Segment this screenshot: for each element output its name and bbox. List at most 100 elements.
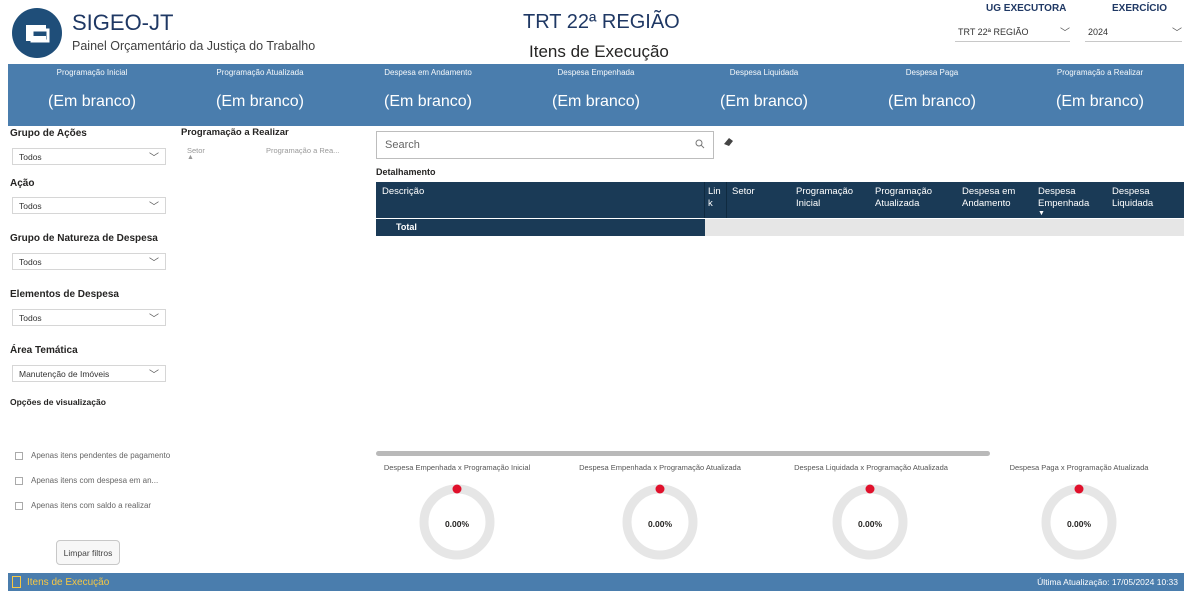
column-header-prog-inicial[interactable]: Programação Inicial xyxy=(796,186,866,210)
gauge-value: 0.00% xyxy=(444,519,470,529)
search-placeholder: Search xyxy=(385,139,420,151)
gauge-value: 0.00% xyxy=(857,519,883,529)
filter-label-grupo-natureza: Grupo de Natureza de Despesa xyxy=(10,233,158,244)
chevron-down-icon: ﹀ xyxy=(149,314,159,325)
clear-filters-button[interactable]: Limpar filtros xyxy=(56,540,120,565)
kpi-value: (Em branco) xyxy=(383,93,473,110)
horizontal-scrollbar[interactable] xyxy=(376,451,990,456)
exercicio-select[interactable]: 2024 ﹀ xyxy=(1085,22,1182,42)
region-title: TRT 22ª REGIÃO xyxy=(523,11,680,33)
last-update-text: Última Atualização: 17/05/2024 10:33 xyxy=(1037,577,1178,587)
column-header-despesa-empenhada[interactable]: Despesa Empenhada ▼ xyxy=(1038,186,1100,217)
column-header-setor[interactable]: Setor xyxy=(732,186,755,198)
grupo-natureza-value: Todos xyxy=(19,256,42,267)
kpi-label: Despesa Liquidada xyxy=(729,68,799,77)
acao-select[interactable]: Todos ﹀ xyxy=(12,197,166,214)
opcoes-visualizacao-label: Opções de visualização xyxy=(10,397,106,407)
grupo-acoes-value: Todos xyxy=(19,151,42,162)
kpi-card: Despesa Liquidada (Em branco) xyxy=(680,64,848,126)
kpi-card: Programação Atualizada (Em branco) xyxy=(176,64,344,126)
elementos-select[interactable]: Todos ﹀ xyxy=(12,309,166,326)
column-header-prog-atualizada[interactable]: Programação Atualizada xyxy=(875,186,949,210)
prog-realizar-title: Programação a Realizar xyxy=(181,127,289,138)
checkbox-label: Apenas itens pendentes de pagamento xyxy=(31,451,171,460)
kpi-label: Programação Inicial xyxy=(56,68,128,77)
app-title: SIGEO-JT xyxy=(72,10,174,35)
chevron-down-icon: ﹀ xyxy=(149,153,159,164)
chevron-down-icon: ﹀ xyxy=(149,258,159,269)
area-tematica-select[interactable]: Manutenção de Imóveis ﹀ xyxy=(12,365,166,382)
kpi-label: Programação a Realizar xyxy=(1056,68,1144,77)
kpi-value: (Em branco) xyxy=(1055,93,1145,110)
gauge-value: 0.00% xyxy=(647,519,673,529)
kpi-value: (Em branco) xyxy=(551,93,641,110)
elementos-value: Todos xyxy=(19,312,42,323)
kpi-card: Despesa em Andamento (Em branco) xyxy=(344,64,512,126)
kpi-label: Despesa em Andamento xyxy=(384,68,472,77)
filter-label-grupo-acoes: Grupo de Ações xyxy=(10,128,87,139)
checkbox-box[interactable] xyxy=(15,451,23,460)
column-header-despesa-andamento[interactable]: Despesa em Andamento xyxy=(962,186,1028,210)
kpi-card: Programação a Realizar (Em branco) xyxy=(1016,64,1184,126)
column-header-link[interactable]: Lin k xyxy=(708,186,722,210)
kpi-value: (Em branco) xyxy=(719,93,809,110)
chevron-down-icon: ﹀ xyxy=(149,202,159,213)
column-header-despesa-empenhada-label: Despesa Empenhada xyxy=(1038,186,1090,209)
checkbox-box[interactable] xyxy=(15,501,23,510)
gauge-title: Despesa Empenhada x Programação Atualiza… xyxy=(579,463,741,472)
prog-realizar-col-valor[interactable]: Programação a Rea... xyxy=(266,146,339,155)
column-divider xyxy=(726,182,727,218)
page-tab-label: Itens de Execução xyxy=(27,576,110,588)
kpi-card: Despesa Paga (Em branco) xyxy=(848,64,1016,126)
exercicio-value: 2024 xyxy=(1088,26,1109,37)
search-icon xyxy=(695,139,705,152)
kpi-card: Despesa Empenhada (Em branco) xyxy=(512,64,680,126)
column-header-descricao[interactable]: Descrição xyxy=(382,186,424,198)
kpi-value: (Em branco) xyxy=(887,93,977,110)
filter-label-area-tematica: Área Temática xyxy=(10,345,78,356)
kpi-label: Despesa Paga xyxy=(905,68,959,77)
page-icon xyxy=(12,576,21,588)
gauge-title: Despesa Paga x Programação Atualizada xyxy=(1009,463,1149,472)
detalhamento-table-header: Descrição Lin k Setor Programação Inicia… xyxy=(376,182,1184,218)
kpi-card: Programação Inicial (Em branco) xyxy=(8,64,176,126)
eraser-icon[interactable] xyxy=(722,137,734,150)
page-tab-itens-execucao[interactable]: Itens de Execução xyxy=(12,576,109,588)
kpi-value: (Em branco) xyxy=(47,93,137,110)
ug-executora-value: TRT 22ª REGIÃO xyxy=(958,26,1029,37)
grupo-natureza-select[interactable]: Todos ﹀ xyxy=(12,253,166,270)
filter-label-elementos: Elementos de Despesa xyxy=(10,289,119,300)
kpi-label: Programação Atualizada xyxy=(216,68,304,77)
ug-executora-select[interactable]: TRT 22ª REGIÃO ﹀ xyxy=(955,22,1070,42)
sort-down-icon: ▼ xyxy=(1038,210,1045,217)
gauge-value: 0.00% xyxy=(1066,519,1092,529)
checkbox-despesa-andamento[interactable]: Apenas itens com despesa em an... xyxy=(15,476,158,485)
grupo-acoes-select[interactable]: Todos ﹀ xyxy=(12,148,166,165)
kpi-label: Despesa Empenhada xyxy=(557,68,635,77)
checkbox-label: Apenas itens com despesa em an... xyxy=(31,476,159,485)
search-input[interactable]: Search xyxy=(376,131,714,159)
total-label: Total xyxy=(376,219,705,236)
chevron-down-icon: ﹀ xyxy=(149,370,159,381)
column-header-despesa-liquidada[interactable]: Despesa Liquidada xyxy=(1112,186,1178,210)
gauge-title: Despesa Empenhada x Programação Inicial xyxy=(383,463,531,472)
sigeo-logo xyxy=(12,8,62,58)
kpi-band: Programação Inicial (Em branco) Programaç… xyxy=(8,64,1184,126)
dashboard-page: SIGEO-JT Painel Orçamentário da Justiça … xyxy=(0,0,1184,591)
filter-label-acao: Ação xyxy=(10,178,35,189)
checkbox-box[interactable] xyxy=(15,476,23,485)
chevron-down-icon: ﹀ xyxy=(1060,28,1070,39)
checkbox-label: Apenas itens com saldo a realizar xyxy=(31,501,152,510)
app-subtitle: Painel Orçamentário da Justiça do Trabal… xyxy=(72,39,316,53)
acao-value: Todos xyxy=(19,200,42,211)
checkbox-pendentes-pagamento[interactable]: Apenas itens pendentes de pagamento xyxy=(15,451,170,460)
chevron-down-icon: ﹀ xyxy=(1172,28,1182,39)
page-subtitle: Itens de Execução xyxy=(529,42,669,61)
sort-up-icon: ▲ xyxy=(187,154,194,161)
checkbox-saldo-realizar[interactable]: Apenas itens com saldo a realizar xyxy=(15,501,151,510)
footer-bar: Itens de Execução Última Atualização: 17… xyxy=(8,573,1184,591)
column-divider xyxy=(704,182,705,218)
area-tematica-value: Manutenção de Imóveis xyxy=(19,368,110,379)
table-total-row: Total xyxy=(376,219,1184,236)
kpi-value: (Em branco) xyxy=(215,93,305,110)
